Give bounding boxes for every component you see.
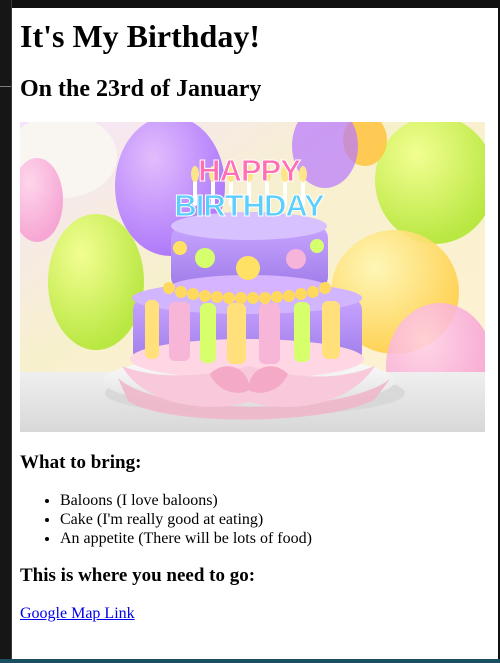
browser-preview-page: It's My Birthday! On the 23rd of January	[12, 8, 498, 659]
page-title: It's My Birthday!	[20, 18, 260, 54]
location-heading: This is where you need to go:	[20, 565, 256, 586]
editor-side-panel	[0, 0, 12, 663]
what-to-bring-list: Baloons (I love baloons) Cake (I'm reall…	[60, 491, 312, 548]
cake-text-happy: HAPPY	[198, 153, 301, 188]
list-item: Cake (I'm really good at eating)	[60, 510, 312, 529]
status-bar	[0, 659, 500, 663]
list-item: Baloons (I love baloons)	[60, 491, 312, 510]
page-subtitle: On the 23rd of January	[20, 76, 262, 102]
list-item: An appetite (There will be lots of food)	[60, 529, 312, 548]
cake-text-birthday: BIRTHDAY	[174, 188, 325, 223]
birthday-cake-image: HAPPY BIRTHDAY	[20, 122, 485, 432]
what-to-bring-heading: What to bring:	[20, 452, 142, 473]
window-top-frame	[0, 0, 500, 8]
google-map-link[interactable]: Google Map Link	[20, 604, 135, 623]
